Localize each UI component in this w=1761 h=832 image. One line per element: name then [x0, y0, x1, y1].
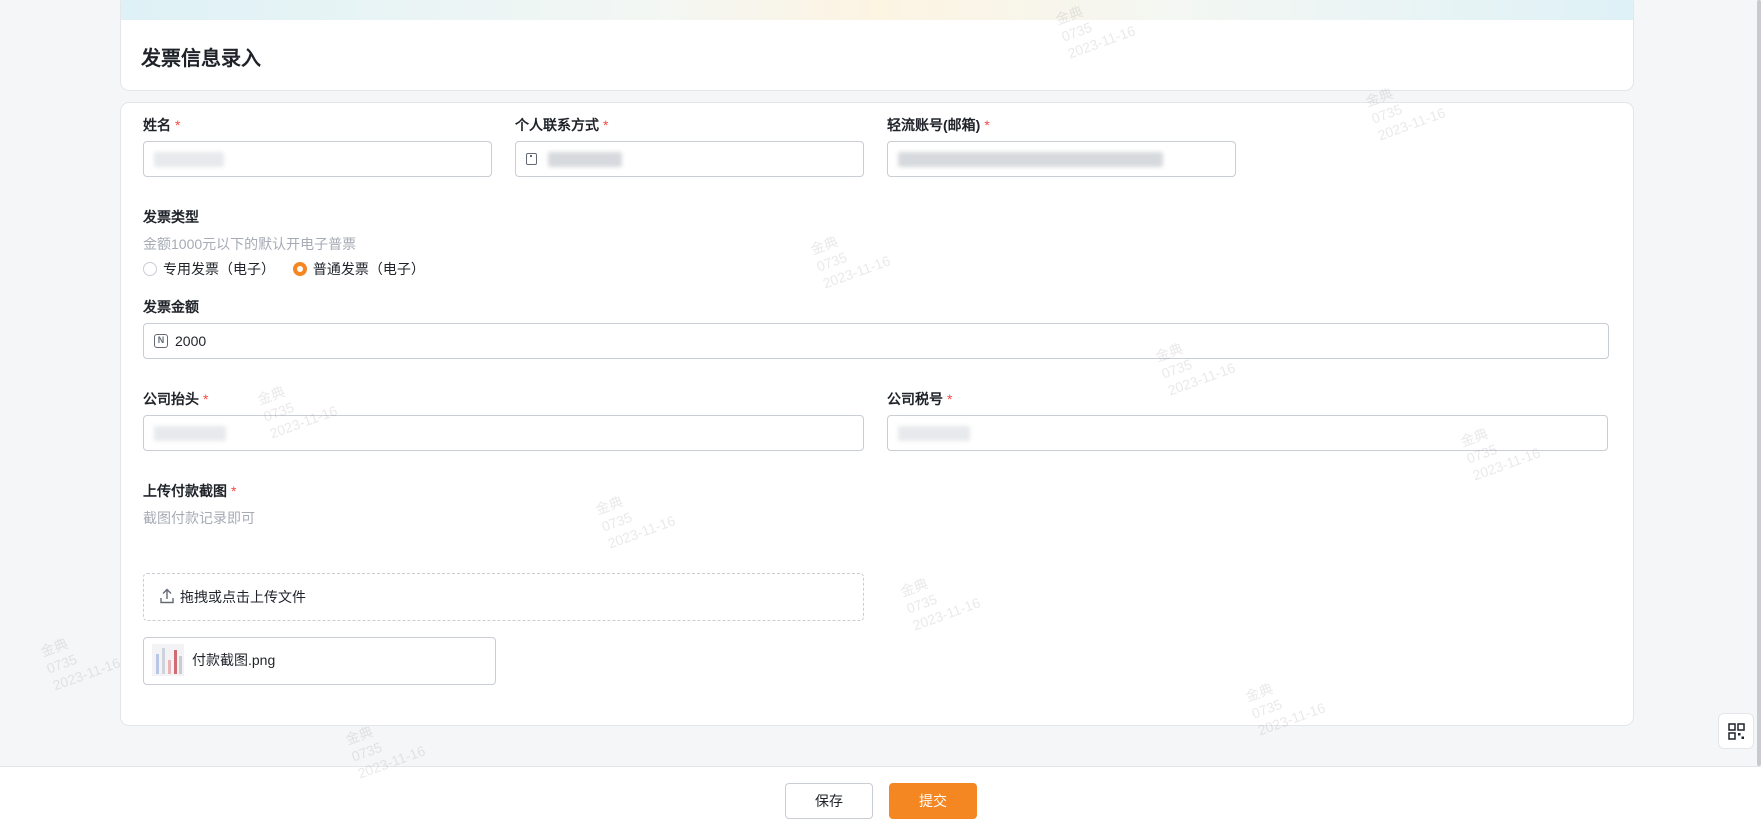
watermark: 金典07352023-11-16 [38, 635, 123, 694]
upload-label: 上传付款截图 * [143, 483, 237, 499]
account-label: 轻流账号(邮箱) * [887, 117, 990, 133]
redacted-value [154, 426, 226, 441]
account-input[interactable] [887, 141, 1236, 177]
radio-special-invoice[interactable]: 专用发票（电子） [143, 259, 275, 279]
radio-circle-checked [292, 262, 307, 276]
tax-id-input[interactable] [887, 415, 1608, 451]
required-mark: * [984, 117, 990, 133]
scrollbar[interactable] [1757, 0, 1761, 766]
qr-code-icon [1728, 723, 1745, 740]
invoice-form: 姓名 * 个人联系方式 * 轻流账号(邮箱) * 发票类型 金额1000元以下的默认开… [120, 102, 1634, 726]
uploaded-file[interactable]: 付款截图.png [143, 637, 496, 685]
upload-dropzone[interactable]: 拖拽或点击上传文件 [143, 573, 864, 621]
upload-hint: 截图付款记录即可 [143, 510, 255, 526]
invoice-type-label: 发票类型 [143, 209, 199, 225]
name-input[interactable] [143, 141, 492, 177]
redacted-value [898, 426, 970, 441]
phone-icon [526, 153, 537, 165]
radio-circle [143, 262, 157, 276]
amount-input[interactable]: N 2000 [143, 323, 1609, 359]
upload-icon [160, 588, 174, 604]
required-mark: * [231, 483, 237, 499]
company-title-input[interactable] [143, 415, 864, 451]
submit-button[interactable]: 提交 [889, 783, 977, 819]
amount-value: 2000 [175, 333, 207, 349]
qr-code-button[interactable] [1718, 713, 1754, 749]
invoice-type-radio-group: 专用发票（电子） 普通发票（电子） [143, 259, 439, 279]
contact-input[interactable] [515, 141, 864, 177]
page-title: 发票信息录入 [141, 48, 261, 70]
required-mark: * [175, 117, 181, 133]
tax-id-label: 公司税号 * [887, 391, 953, 407]
footer-bar: 保存 提交 [0, 766, 1761, 832]
invoice-type-hint: 金额1000元以下的默认开电子普票 [143, 236, 357, 252]
required-mark: * [203, 391, 209, 407]
redacted-value [154, 152, 224, 167]
header-card: 发票信息录入 [120, 0, 1634, 91]
header-gradient [121, 0, 1633, 20]
amount-label: 发票金额 [143, 299, 199, 315]
redacted-value [898, 152, 1163, 167]
name-label: 姓名 * [143, 117, 181, 133]
file-name: 付款截图.png [192, 652, 276, 668]
save-button[interactable]: 保存 [785, 783, 873, 819]
radio-normal-invoice[interactable]: 普通发票（电子） [292, 259, 425, 279]
file-thumbnail [152, 644, 184, 676]
required-mark: * [603, 117, 609, 133]
required-mark: * [947, 391, 953, 407]
redacted-value [548, 152, 622, 167]
company-title-label: 公司抬头 * [143, 391, 209, 407]
upload-text: 拖拽或点击上传文件 [180, 589, 306, 605]
contact-label: 个人联系方式 * [515, 117, 609, 133]
number-icon: N [154, 334, 168, 348]
